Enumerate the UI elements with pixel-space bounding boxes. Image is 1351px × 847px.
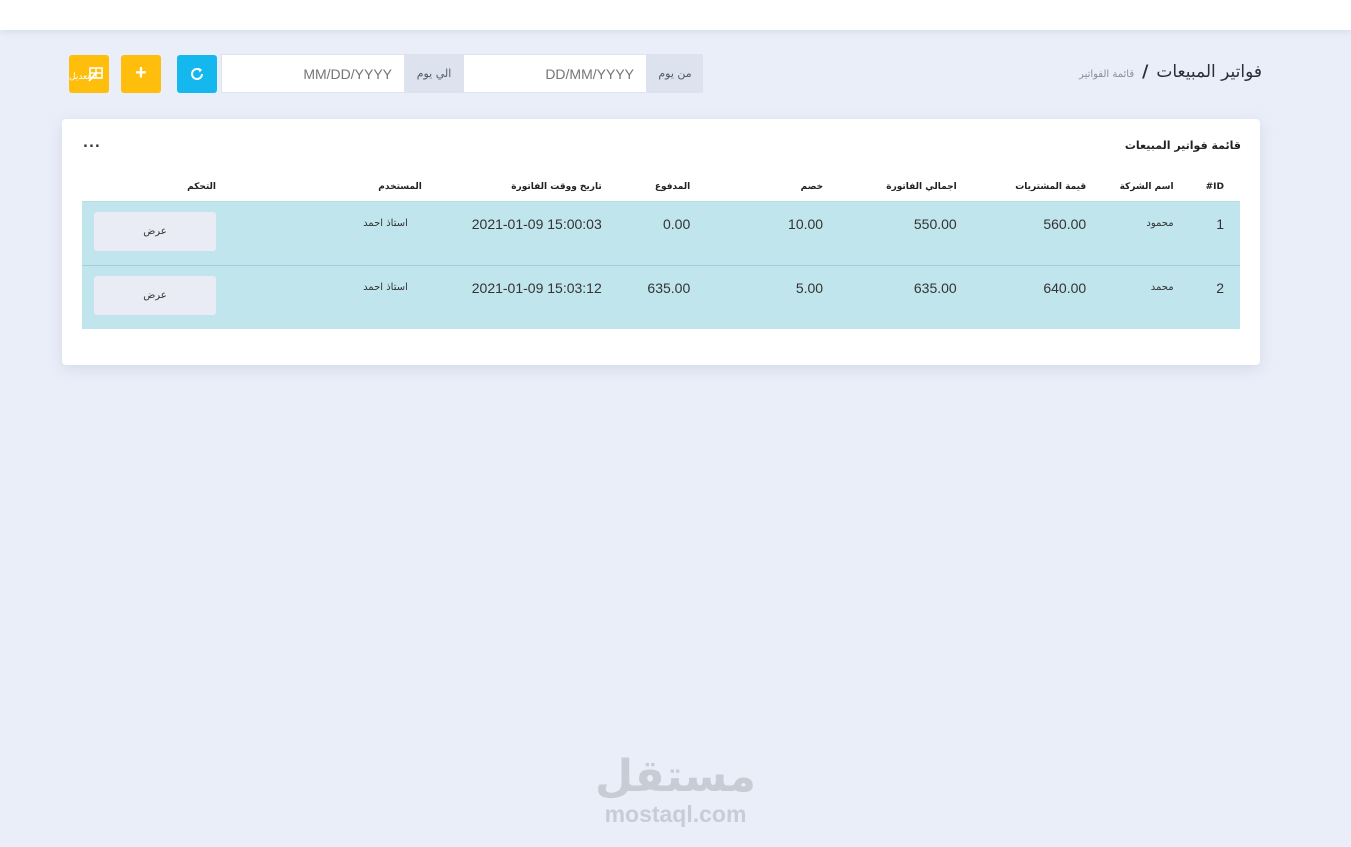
refresh-icon (191, 67, 203, 80)
cell-id: 1 (1216, 215, 1224, 232)
column-header-paid: المدفوع (617, 174, 707, 202)
edit-button[interactable]: تعديل (69, 54, 109, 93)
cell-paid: 0.00 (663, 215, 691, 232)
column-header-control: التحكم (82, 174, 232, 202)
add-button[interactable]: + (121, 54, 161, 93)
table-header-row: ID# اسم الشركة قيمة المشتريات اجمالي الف… (82, 174, 1240, 202)
watermark-logo: مستقل mostaql.com (593, 751, 758, 827)
cell-user: استاذ احمد (363, 217, 408, 229)
column-header-datetime: تاريخ ووقت الفاتورة (437, 174, 618, 202)
watermark-latin: mostaql.com (604, 801, 747, 827)
column-header-user: المستخدم (232, 174, 438, 202)
to-date-label: الي يوم (405, 54, 463, 93)
more-menu-button[interactable]: ... (83, 136, 101, 151)
column-header-discount: خصم (706, 174, 840, 202)
card-title: قائمة فواتير المبيعات (1124, 139, 1241, 152)
to-date-input[interactable] (221, 54, 405, 93)
from-date-input[interactable] (463, 54, 647, 93)
cell-datetime: 2021-01-09 15:00:03 (471, 215, 602, 232)
cell-control: عرض (82, 264, 232, 329)
cell-purchases: 640.00 (972, 264, 1103, 329)
edit-button-label: تعديل (69, 70, 90, 81)
cell-company: محمد (1102, 264, 1190, 329)
invoices-card: قائمة فواتير المبيعات ... ID# اسم الشركة… (62, 119, 1260, 365)
column-header-company: اسم الشركة (1102, 174, 1190, 202)
cell-user: استاذ احمد (232, 264, 438, 329)
filter-bar: تعديل + الي يوم من يوم (69, 54, 703, 93)
cell-company: محمود (1146, 217, 1174, 229)
cell-datetime: 2021-01-09 15:03:12 (437, 264, 618, 329)
cell-purchases: 560.00 (1043, 215, 1087, 232)
breadcrumb[interactable]: قائمة الفواتير (1079, 69, 1134, 80)
table-row: 1 محمود 560.00 550.00 10.00 0.00 2021-01… (82, 201, 1240, 265)
page-title: فواتير المبيعات (1156, 62, 1262, 82)
page-header: فواتير المبيعات / قائمة الفواتير (1079, 62, 1262, 82)
breadcrumb-separator: / (1142, 62, 1149, 82)
cell-paid: 635.00 (617, 264, 707, 329)
cell-discount: 5.00 (706, 264, 840, 329)
column-header-purchases: قيمة المشتريات (972, 174, 1103, 202)
from-date-label: من يوم (647, 54, 703, 93)
cell-total: 635.00 (839, 264, 973, 329)
refresh-button[interactable] (177, 54, 217, 93)
invoices-table: ID# اسم الشركة قيمة المشتريات اجمالي الف… (82, 174, 1240, 329)
watermark-arabic: مستقل (595, 751, 756, 802)
view-button[interactable]: عرض (94, 275, 216, 315)
cell-id: 2 (1189, 264, 1240, 329)
view-button[interactable]: عرض (94, 211, 216, 251)
table-row: 2 محمد 640.00 635.00 5.00 635.00 2021-01… (82, 264, 1240, 329)
top-bar (0, 0, 1351, 30)
cell-discount: 10.00 (788, 215, 824, 232)
cell-control: عرض (82, 201, 232, 265)
column-header-total: اجمالي الفاتورة (839, 174, 973, 202)
column-header-id: ID# (1189, 174, 1240, 202)
cell-total: 550.00 (913, 215, 957, 232)
